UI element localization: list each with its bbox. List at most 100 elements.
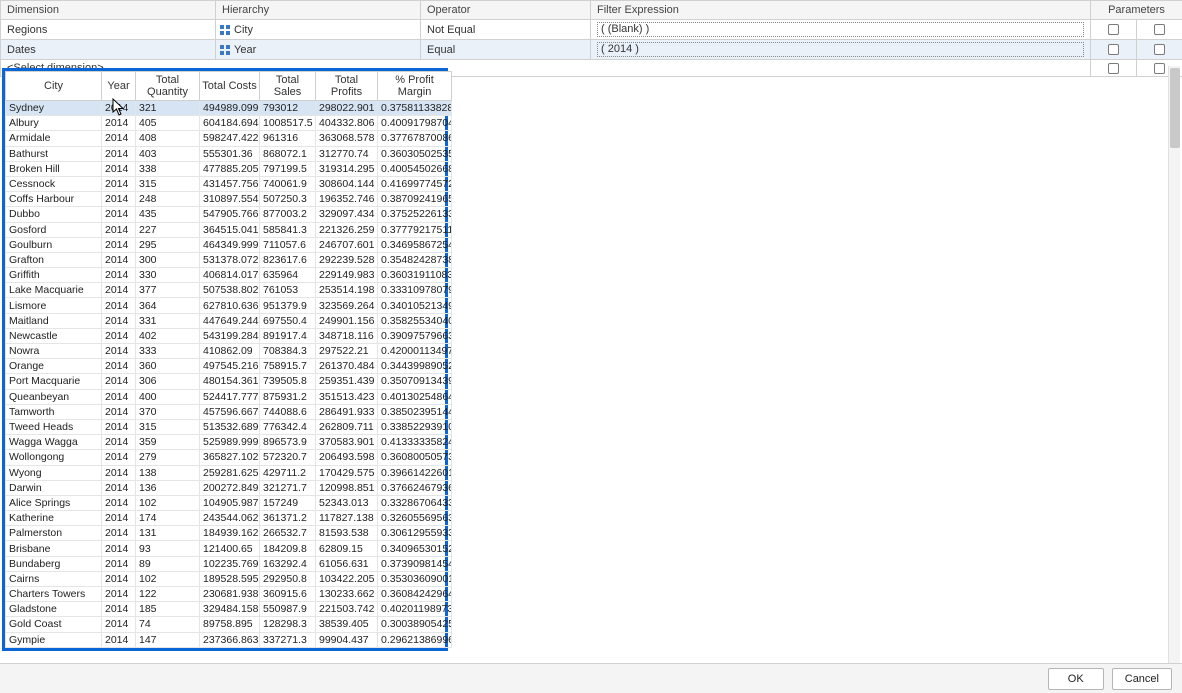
cell-costs[interactable]: 259281.625 [200,465,260,480]
cell-profits[interactable]: 363068.578 [316,131,378,146]
table-row[interactable]: Cairns2014102189528.595292950.8103422.20… [6,571,452,586]
cell-city[interactable]: Palmerston [6,526,102,541]
cell-year[interactable]: 2014 [102,450,136,465]
cell-sales[interactable]: 292950.8 [260,571,316,586]
table-row[interactable]: Bundaberg201489102235.769163292.461056.6… [6,556,452,571]
cell-city[interactable]: Nowra [6,344,102,359]
cell-costs[interactable]: 121400.65 [200,541,260,556]
cell-margin[interactable]: 0.36031911083... [378,268,452,283]
cell-margin[interactable]: 0.36080050573... [378,450,452,465]
cell-costs[interactable]: 480154.361 [200,374,260,389]
table-row[interactable]: Gladstone2014185329484.158550987.9221503… [6,602,452,617]
scrollbar-thumb[interactable] [1170,68,1180,148]
cell-profits[interactable]: 246707.601 [316,237,378,252]
cell-profits[interactable]: 221503.742 [316,602,378,617]
cell-city[interactable]: Sydney [6,101,102,116]
cell-city[interactable]: Dubbo [6,207,102,222]
cell-city[interactable]: Broken Hill [6,161,102,176]
cell-profits[interactable]: 253514.198 [316,283,378,298]
param-checkbox-b[interactable] [1137,20,1182,40]
cell-city[interactable]: Bathurst [6,146,102,161]
col-header-parameters[interactable]: Parameters [1091,1,1182,20]
table-row[interactable]: Tamworth2014370457596.667744088.6286491.… [6,404,452,419]
cell-sales[interactable]: 961316 [260,131,316,146]
cell-profits[interactable]: 348718.116 [316,328,378,343]
cell-sales[interactable]: 891917.4 [260,328,316,343]
filter-dimension-cell[interactable]: Regions [1,20,216,40]
cell-qty[interactable]: 405 [136,116,200,131]
cell-city[interactable]: Port Macquarie [6,374,102,389]
cell-qty[interactable]: 295 [136,237,200,252]
dt-header-costs[interactable]: Total Costs [200,72,260,101]
cell-profits[interactable]: 249901.156 [316,313,378,328]
cell-sales[interactable]: 776342.4 [260,419,316,434]
cell-costs[interactable]: 365827.102 [200,450,260,465]
table-row[interactable]: Queanbeyan2014400524417.777875931.235151… [6,389,452,404]
cell-city[interactable]: Queanbeyan [6,389,102,404]
cell-costs[interactable]: 243544.062 [200,511,260,526]
cell-sales[interactable]: 708384.3 [260,344,316,359]
cell-qty[interactable]: 138 [136,465,200,480]
cell-year[interactable]: 2014 [102,237,136,252]
cell-year[interactable]: 2014 [102,283,136,298]
cell-city[interactable]: Bundaberg [6,556,102,571]
vertical-scrollbar[interactable] [1168,66,1180,663]
cell-qty[interactable]: 330 [136,268,200,283]
col-header-operator[interactable]: Operator [421,1,591,20]
cell-city[interactable]: Tweed Heads [6,419,102,434]
cell-sales[interactable]: 550987.9 [260,602,316,617]
cell-costs[interactable]: 431457.756 [200,176,260,191]
cell-margin[interactable]: 0.34695867254... [378,237,452,252]
cell-year[interactable]: 2014 [102,480,136,495]
cell-sales[interactable]: 793012 [260,101,316,116]
cell-margin[interactable]: 0.38709241965... [378,192,452,207]
cell-city[interactable]: Coffs Harbour [6,192,102,207]
cell-qty[interactable]: 402 [136,328,200,343]
cell-year[interactable]: 2014 [102,602,136,617]
cell-year[interactable]: 2014 [102,419,136,434]
cell-profits[interactable]: 38539.405 [316,617,378,632]
cell-city[interactable]: Brisbane [6,541,102,556]
cell-year[interactable]: 2014 [102,541,136,556]
cell-qty[interactable]: 338 [136,161,200,176]
cell-sales[interactable]: 896573.9 [260,435,316,450]
cell-year[interactable]: 2014 [102,328,136,343]
cell-costs[interactable]: 230681.938 [200,587,260,602]
cell-profits[interactable]: 286491.933 [316,404,378,419]
cell-qty[interactable]: 74 [136,617,200,632]
cell-profits[interactable]: 61056.631 [316,556,378,571]
cell-margin[interactable]: 0.39097579663... [378,328,452,343]
cell-sales[interactable]: 711057.6 [260,237,316,252]
cell-sales[interactable]: 266532.7 [260,526,316,541]
cell-sales[interactable]: 572320.7 [260,450,316,465]
table-row[interactable]: Broken Hill2014338477885.205797199.53193… [6,161,452,176]
cell-profits[interactable]: 370583.901 [316,435,378,450]
cell-costs[interactable]: 525989.999 [200,435,260,450]
cell-profits[interactable]: 323569.264 [316,298,378,313]
table-row[interactable]: Port Macquarie2014306480154.361739505.82… [6,374,452,389]
table-row[interactable]: Newcastle2014402543199.284891917.4348718… [6,328,452,343]
cell-sales[interactable]: 429711.2 [260,465,316,480]
table-row[interactable]: Albury2014405604184.6941008517.5404332.8… [6,116,452,131]
cell-profits[interactable]: 298022.901 [316,101,378,116]
cell-qty[interactable]: 315 [136,176,200,191]
dt-header-qty[interactable]: Total Quantity [136,72,200,101]
cell-year[interactable]: 2014 [102,556,136,571]
cell-year[interactable]: 2014 [102,587,136,602]
cell-city[interactable]: Wollongong [6,450,102,465]
cell-year[interactable]: 2014 [102,268,136,283]
cell-city[interactable]: Maitland [6,313,102,328]
cell-costs[interactable]: 237366.863 [200,632,260,647]
cell-costs[interactable]: 406814.017 [200,268,260,283]
cell-sales[interactable]: 321271.7 [260,480,316,495]
cell-margin[interactable]: 0.33286706433... [378,495,452,510]
cell-costs[interactable]: 410862.09 [200,344,260,359]
table-row[interactable]: Griffith2014330406814.017635964229149.98… [6,268,452,283]
cell-profits[interactable]: 221326.259 [316,222,378,237]
cell-city[interactable]: Tamworth [6,404,102,419]
table-row[interactable]: Bathurst2014403555301.36868072.1312770.7… [6,146,452,161]
cell-costs[interactable]: 189528.595 [200,571,260,586]
filter-expression-cell[interactable]: ( 2014 ) [591,40,1091,60]
cell-costs[interactable]: 310897.554 [200,192,260,207]
cell-margin[interactable]: 0.37581133828... [378,101,452,116]
